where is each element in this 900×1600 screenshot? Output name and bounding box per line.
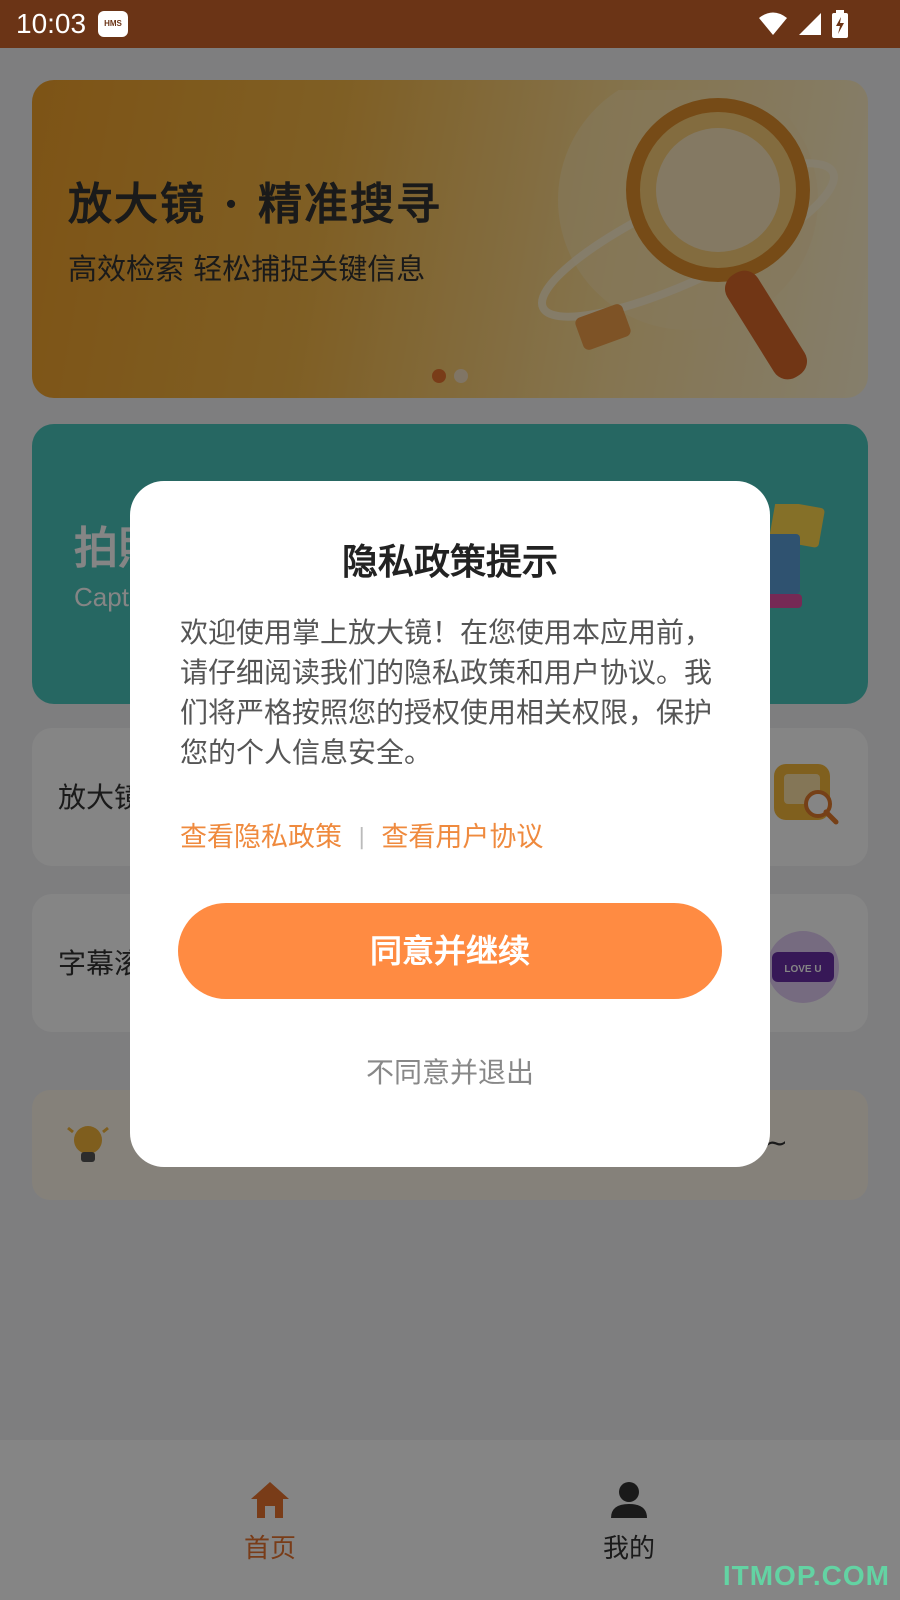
battery-icon bbox=[832, 10, 848, 38]
privacy-policy-link[interactable]: 查看隐私政策 bbox=[180, 822, 342, 853]
status-bar: 10:03 HMS bbox=[0, 0, 900, 48]
agree-continue-button[interactable]: 同意并继续 bbox=[178, 903, 722, 999]
user-agreement-link[interactable]: 查看用户协议 bbox=[381, 822, 543, 853]
watermark: ITMOP.COM bbox=[722, 1560, 890, 1591]
dialog-title: 隐私政策提示 bbox=[341, 542, 558, 583]
dialog-body: 欢迎使用掌上放大镜！在您使用本应用前，请仔细阅读我们的隐私政策和用户协议。我们将… bbox=[180, 616, 713, 769]
decline-exit-button[interactable]: 不同意并退出 bbox=[130, 1051, 770, 1091]
wifi-icon bbox=[758, 12, 787, 35]
link-separator: | bbox=[358, 825, 366, 850]
status-icons bbox=[754, 10, 848, 38]
hms-badge: HMS bbox=[98, 11, 128, 37]
privacy-dialog: 隐私政策提示 欢迎使用掌上放大镜！在您使用本应用前，请仔细阅读我们的隐私政策和用… bbox=[130, 481, 770, 1167]
dialog-links: 查看隐私政策 | 查看用户协议 bbox=[180, 815, 543, 854]
status-time: 10:03 bbox=[16, 8, 87, 39]
signal-icon bbox=[798, 13, 821, 35]
